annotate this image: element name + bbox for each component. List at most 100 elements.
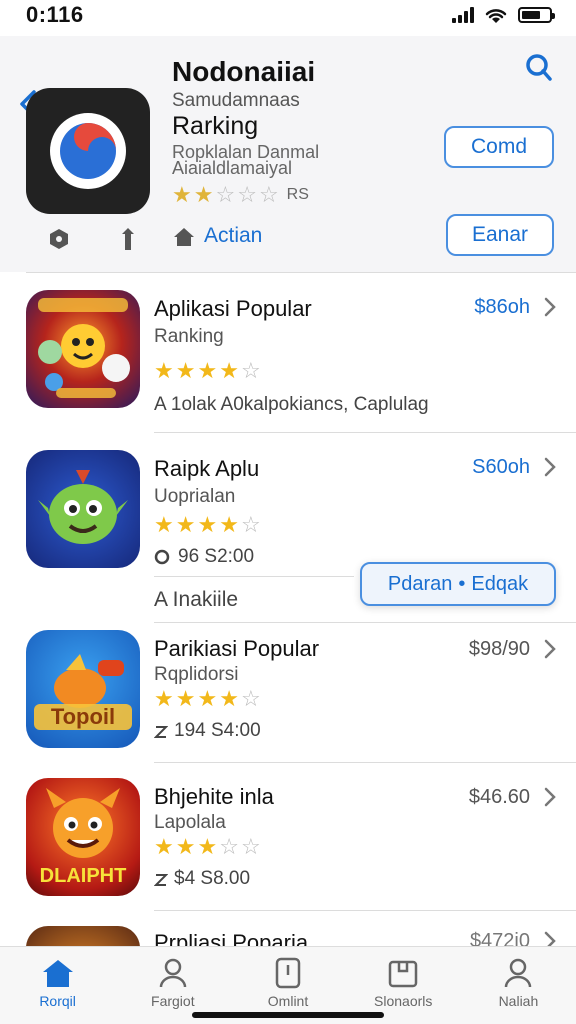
list-item[interactable]: DLAIPHT Bhjehite inla Lapolala ★ ★ ★ ☆ ☆… — [0, 778, 576, 904]
svg-text:DLAIPHT: DLAIPHT — [40, 865, 127, 887]
list-item[interactable]: Topoil Parikiasi Popular Rqplidorsi ★ ★ … — [0, 630, 576, 756]
star-icon: ★ — [197, 358, 218, 383]
app-title: Prpliasi Poparia — [154, 930, 309, 946]
list-item[interactable]: Aplikasi Popular Ranking ★ ★ ★ ★ ☆ A 1ol… — [0, 290, 576, 430]
app-subtitle: Lapolala — [154, 812, 226, 833]
star-icon: ★ — [175, 512, 196, 537]
app-rating: ★ ★ ★ ★ ☆ — [154, 358, 261, 384]
share-icon[interactable] — [118, 226, 138, 252]
divider — [154, 432, 576, 433]
chevron-right-icon[interactable] — [542, 638, 558, 660]
app-icon — [26, 290, 140, 408]
star-icon: ☆ — [237, 182, 257, 207]
tab-account[interactable]: Naliah — [461, 947, 576, 1024]
app-rating: ★ ★ ★ ☆ ☆ — [154, 834, 261, 860]
featured-app-icon[interactable] — [26, 88, 150, 214]
signal-icon — [452, 7, 474, 23]
app-price[interactable]: $98/90 — [469, 638, 530, 661]
logo-icon — [50, 113, 126, 189]
app-meta: 194 S4:00 — [154, 720, 261, 742]
phone-icon — [275, 957, 301, 989]
hexagon-icon[interactable] — [46, 226, 72, 252]
app-header: Nodonaiiai Samudamnaas Rarking Ropklalan… — [0, 36, 576, 272]
star-icon: ★ — [154, 686, 174, 711]
popup-left-button[interactable]: Pdaran — [388, 573, 453, 596]
person-icon — [159, 958, 187, 988]
star-icon: ★ — [154, 834, 174, 859]
chevron-right-icon[interactable] — [542, 456, 558, 478]
home-icon — [42, 960, 73, 987]
app-subtitle: Ranking — [154, 326, 224, 347]
app-price[interactable]: S60oh — [472, 456, 530, 479]
app-subtitle: Rqplidorsi — [154, 664, 239, 685]
app-price[interactable]: $86oh — [474, 296, 530, 319]
app-category: A Inakiile — [154, 588, 239, 611]
comd-button[interactable]: Comd — [444, 126, 554, 168]
app-meta: 96 S2:00 — [154, 546, 254, 568]
list-item[interactable]: Prpliasi Poparia $472i0 — [0, 926, 576, 946]
app-meta: $4 S8.00 — [154, 868, 250, 890]
star-icon: ★ — [219, 512, 239, 537]
featured-icon-row — [46, 226, 138, 252]
featured-subtitle: Samudamnaas — [172, 90, 300, 111]
popup-right-button[interactable]: Edqak — [471, 573, 528, 596]
app-meta-text: 96 S2:00 — [178, 546, 255, 567]
game-art-icon: DLAIPHT — [40, 788, 127, 887]
app-meta: A 1olak A0kalpokiancs, Caplulag — [154, 394, 429, 415]
game-art-icon — [38, 470, 128, 544]
tab-label: Naliah — [498, 993, 539, 1009]
star-icon: ★ — [197, 686, 218, 711]
tab-label: Slonaorls — [374, 993, 433, 1009]
app-price[interactable]: $472i0 — [470, 930, 530, 946]
app-subtitle: Uoprialan — [154, 486, 236, 507]
eanar-button[interactable]: Eanar — [446, 214, 554, 256]
app-meta-text: $4 S8.00 — [174, 868, 251, 889]
divider — [154, 910, 576, 911]
star-icon: ★ — [193, 182, 214, 207]
tray-icon — [388, 960, 418, 988]
star-icon: ★ — [154, 358, 174, 383]
star-icon: ☆ — [219, 834, 239, 859]
page-title: Nodonaiiai — [172, 56, 316, 87]
app-title: Aplikasi Popular — [154, 296, 312, 321]
star-icon: ★ — [197, 512, 218, 537]
app-rating: ★ ★ ★ ★ ☆ — [154, 686, 261, 712]
app-price[interactable]: $46.60 — [469, 786, 530, 809]
star-icon: ★ — [219, 358, 239, 383]
status-time: 0:116 — [26, 2, 84, 27]
app-rating: ★ ★ ★ ★ ☆ — [154, 512, 261, 538]
star-icon: ☆ — [240, 512, 261, 537]
link-icon — [154, 726, 168, 738]
action-link[interactable]: Actian — [204, 224, 262, 248]
status-bar: 0:116 — [0, 0, 576, 36]
tab-home[interactable]: Rorqil — [0, 947, 115, 1024]
star-icon: ☆ — [258, 182, 279, 207]
star-icon: ★ — [154, 512, 174, 537]
home-indicator[interactable] — [192, 1012, 384, 1018]
star-icon: ★ — [219, 686, 239, 711]
star-icon: ☆ — [240, 834, 261, 859]
app-icon: Topoil — [26, 630, 140, 748]
link-icon — [154, 874, 168, 886]
star-icon: ★ — [197, 834, 218, 859]
battery-icon — [518, 7, 555, 23]
search-icon[interactable] — [520, 50, 556, 86]
app-title: Parikiasi Popular — [154, 636, 320, 661]
app-icon — [26, 450, 140, 568]
app-meta-text: 194 S4:00 — [174, 720, 261, 741]
divider — [154, 762, 576, 763]
chevron-right-icon[interactable] — [542, 296, 558, 318]
account-icon — [505, 958, 532, 988]
chevron-right-icon[interactable] — [542, 930, 558, 946]
rating-text: RS — [286, 186, 309, 203]
star-icon: ☆ — [215, 182, 236, 207]
popup-separator: • — [458, 572, 466, 595]
game-art-icon — [38, 298, 130, 398]
tab-label: Fargiot — [151, 993, 195, 1009]
divider — [154, 622, 576, 623]
chevron-right-icon[interactable] — [542, 786, 558, 808]
star-icon: ★ — [175, 834, 196, 859]
featured-rating: ★ ★ ☆ ☆ ☆ RS — [172, 182, 309, 208]
star-icon: ★ — [175, 358, 196, 383]
star-icon: ☆ — [240, 358, 261, 383]
